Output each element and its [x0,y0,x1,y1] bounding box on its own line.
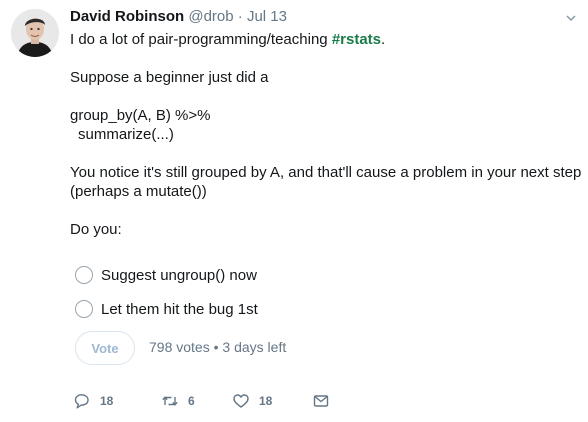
vote-button[interactable]: Vote [75,331,135,365]
poll: Suggest ungroup() now Let them hit the b… [70,258,550,326]
retweet-count: 6 [188,394,195,408]
tweet-line-question: Do you: [70,221,122,238]
reply-button[interactable]: 18 [73,392,113,410]
separator-dot: · [237,8,243,25]
radio-button[interactable] [75,300,93,318]
intro-text: I do a lot of pair-programming/teaching [70,31,332,48]
tweet-text: I do a lot of pair-programming/teaching … [70,30,582,239]
tweet-header: David Robinson @drob · Jul 13 [70,8,287,26]
tweet: David Robinson @drob · Jul 13 I do a lot… [0,0,588,422]
reply-icon [73,392,91,410]
poll-option-label: Suggest ungroup() now [101,266,257,284]
tweet-line-suppose: Suppose a beginner just did a [70,69,269,86]
tweet-line-notice: You notice it's still grouped by A, and … [70,164,582,181]
tweet-actions: 18 6 18 [73,392,343,414]
retweet-button[interactable]: 6 [161,392,195,410]
hashtag-rstats[interactable]: #rstats [332,31,381,48]
poll-footer: Vote 798 votes • 3 days left [75,331,286,365]
like-button[interactable]: 18 [232,392,272,410]
direct-message-button[interactable] [312,392,330,410]
avatar-image [11,9,59,57]
poll-option-ungroup[interactable]: Suggest ungroup() now [70,258,550,292]
like-count: 18 [259,394,273,408]
author-handle[interactable]: @drob [188,8,233,25]
code-line-summarize: summarize(...) [78,126,174,143]
envelope-icon [312,392,330,410]
poll-option-hit-bug[interactable]: Let them hit the bug 1st [70,292,550,326]
code-line-group-by: group_by(A, B) %>% [70,107,211,124]
poll-meta: 798 votes • 3 days left [149,339,286,355]
reply-count: 18 [100,394,114,408]
vote-count: 798 votes [149,339,210,355]
time-left: 3 days left [222,339,287,355]
heart-icon [232,392,250,410]
radio-button[interactable] [75,266,93,284]
poll-option-label: Let them hit the bug 1st [101,300,258,318]
meta-bullet: • [213,339,219,355]
tweet-line-mutate: (perhaps a mutate()) [70,183,207,200]
tweet-line-intro: I do a lot of pair-programming/teaching … [70,30,570,49]
avatar[interactable] [11,9,59,57]
tweet-date[interactable]: Jul 13 [247,8,287,25]
chevron-down-icon[interactable] [566,10,576,22]
retweet-icon [161,392,179,410]
intro-suffix: . [381,31,386,48]
author-name[interactable]: David Robinson [70,8,184,25]
